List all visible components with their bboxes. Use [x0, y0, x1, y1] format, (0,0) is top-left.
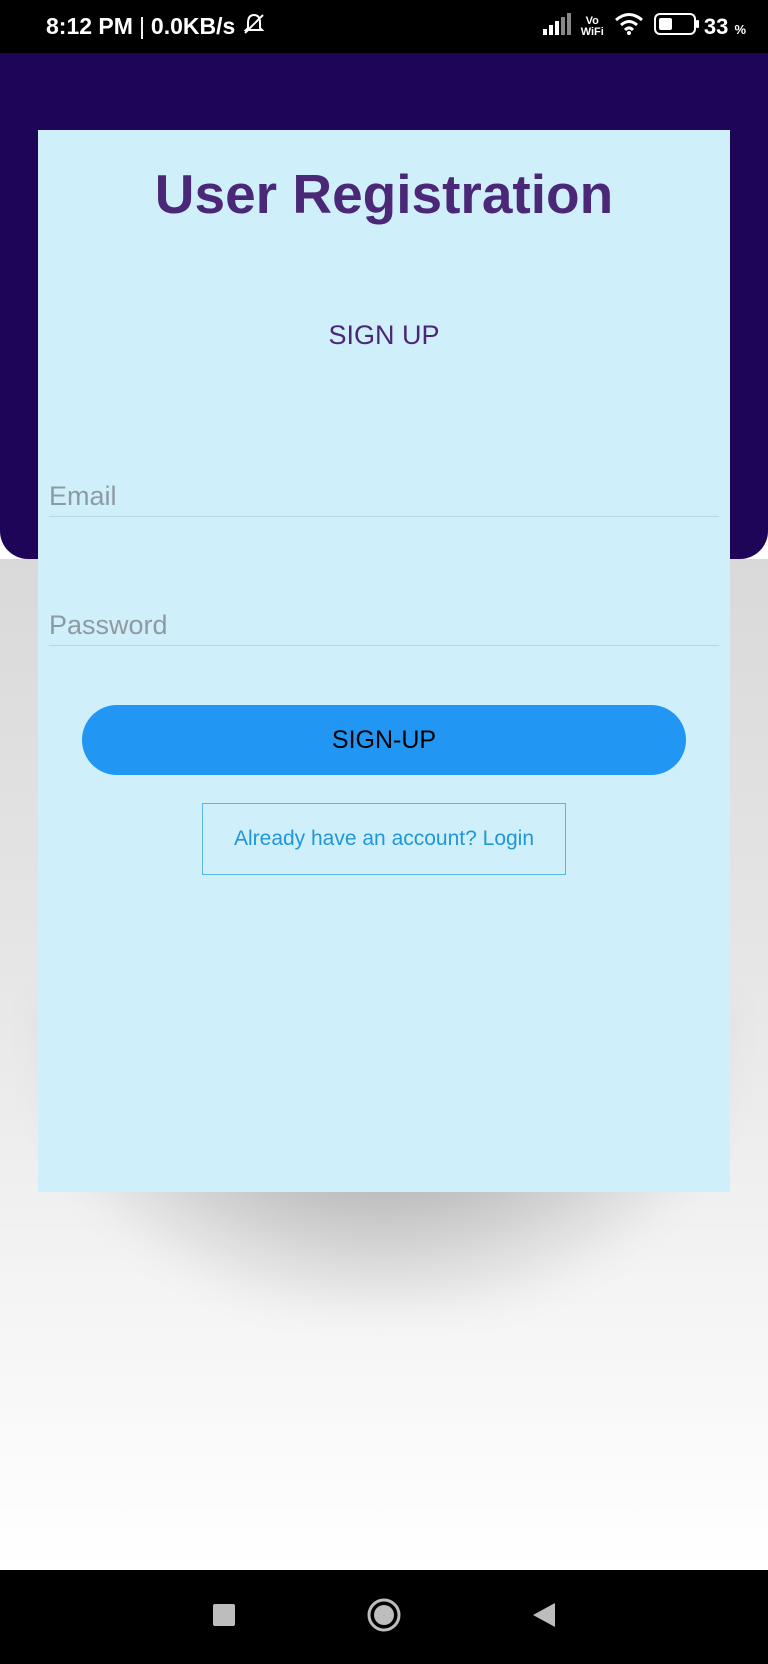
signal-icon [542, 12, 571, 41]
status-left: 8:12 PM | 0.0KB/s [46, 11, 267, 43]
registration-card [38, 130, 730, 1192]
battery-unit: % [734, 21, 746, 37]
network-speed: 0.0KB/s [150, 13, 236, 39]
recents-button[interactable] [204, 1597, 244, 1637]
home-button[interactable] [364, 1597, 404, 1637]
triangle-back-icon [531, 1601, 557, 1634]
back-button[interactable] [524, 1597, 564, 1637]
battery: 33 % [653, 12, 746, 41]
mute-bell-icon [241, 11, 267, 43]
circle-icon [366, 1597, 402, 1638]
battery-percent: 33 % [704, 14, 746, 40]
navigation-bar [0, 1570, 768, 1664]
status-time: 8:12 PM [46, 13, 133, 39]
page-title: User Registration [154, 163, 614, 225]
wifi-icon [614, 12, 644, 42]
screen: 8:12 PM | 0.0KB/s Vo WiFi 33 % User Regi… [0, 0, 768, 1664]
password-field[interactable] [49, 606, 719, 646]
signup-button[interactable]: SIGN-UP [82, 705, 686, 775]
vowifi-top: Vo [585, 14, 599, 27]
status-right: Vo WiFi 33 % [542, 12, 746, 42]
square-icon [212, 1603, 236, 1632]
battery-icon [653, 12, 700, 41]
login-link-button[interactable]: Already have an account? Login [202, 803, 566, 875]
vowifi-indicator: Vo WiFi [580, 14, 604, 38]
status-bar: 8:12 PM | 0.0KB/s Vo WiFi 33 % [0, 0, 768, 53]
vowifi-bottom: WiFi [580, 25, 604, 38]
email-field[interactable] [49, 477, 719, 517]
battery-value: 33 [703, 13, 729, 39]
status-separator: | [138, 13, 145, 39]
form-subtitle: SIGN UP [328, 320, 440, 350]
